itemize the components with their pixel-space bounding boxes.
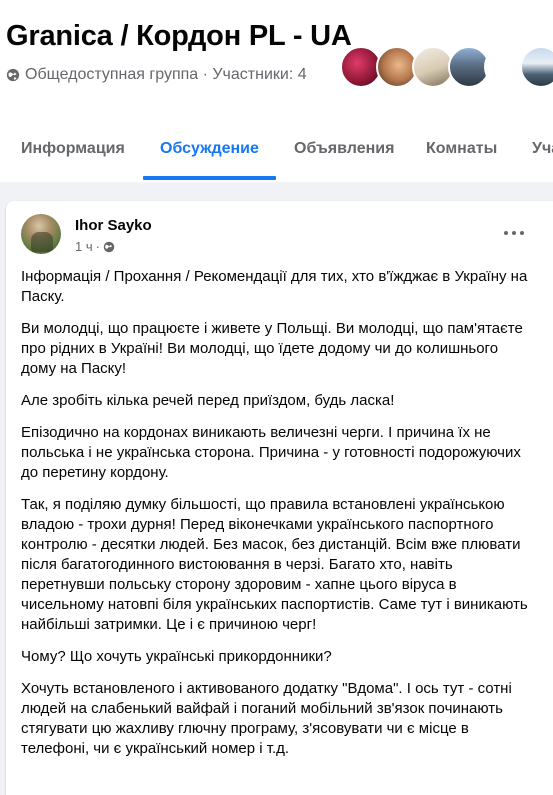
group-meta-text: Общедоступная группа · Участники: 4 — [25, 66, 307, 83]
group-meta: Общедоступная группа · Участники: 4 — [6, 66, 307, 84]
active-tab-indicator — [143, 176, 276, 180]
post-paragraph: Інформація / Прохання / Рекомендації для… — [21, 268, 528, 305]
tab-announcements[interactable]: Объявления — [294, 120, 394, 178]
tab-info[interactable]: Информация — [21, 120, 125, 178]
tab-members[interactable]: Уча — [532, 120, 553, 178]
more-horizontal-icon — [504, 231, 508, 235]
more-horizontal-icon — [512, 231, 516, 235]
author-avatar[interactable] — [21, 214, 61, 254]
globe-icon — [6, 68, 20, 82]
post-paragraph: Ви молодці, що працюєте і живете у Польщ… — [21, 320, 523, 377]
post-paragraph: Так, я поділяю думку більшості, що прави… — [21, 496, 528, 633]
tab-rooms[interactable]: Комнаты — [426, 120, 497, 178]
more-horizontal-icon — [520, 231, 524, 235]
tab-discussion[interactable]: Обсуждение — [160, 120, 259, 178]
globe-icon — [103, 241, 115, 252]
post-paragraph: Але зробіть кілька речей перед приїздом,… — [21, 392, 395, 409]
group-header: Granica / Кордон PL - UA Общедоступная г… — [0, 0, 553, 182]
post-timestamp[interactable]: 1 ч — [75, 239, 93, 254]
post-paragraph: Хочуть встановленого і активованого дода… — [21, 680, 512, 757]
member-avatar[interactable] — [520, 46, 553, 88]
more-options-button[interactable] — [496, 221, 532, 245]
group-tabs: Информация Обсуждение Объявления Комнаты… — [0, 120, 553, 182]
feed-post: Ihor Sayko 1 ч · Інформація / Прохання /… — [6, 201, 553, 795]
meta-separator: · — [95, 239, 100, 254]
author-name[interactable]: Ihor Sayko — [75, 217, 152, 234]
post-paragraph: Епізодично на кордонах виникають величез… — [21, 424, 521, 481]
member-avatars[interactable] — [340, 46, 553, 88]
group-title[interactable]: Granica / Кордон PL - UA — [6, 20, 352, 53]
post-paragraph: Чому? Що хочуть українські прикордонники… — [21, 648, 332, 665]
post-body: Інформація / Прохання / Рекомендації для… — [21, 267, 531, 771]
post-meta: 1 ч · — [75, 239, 115, 254]
